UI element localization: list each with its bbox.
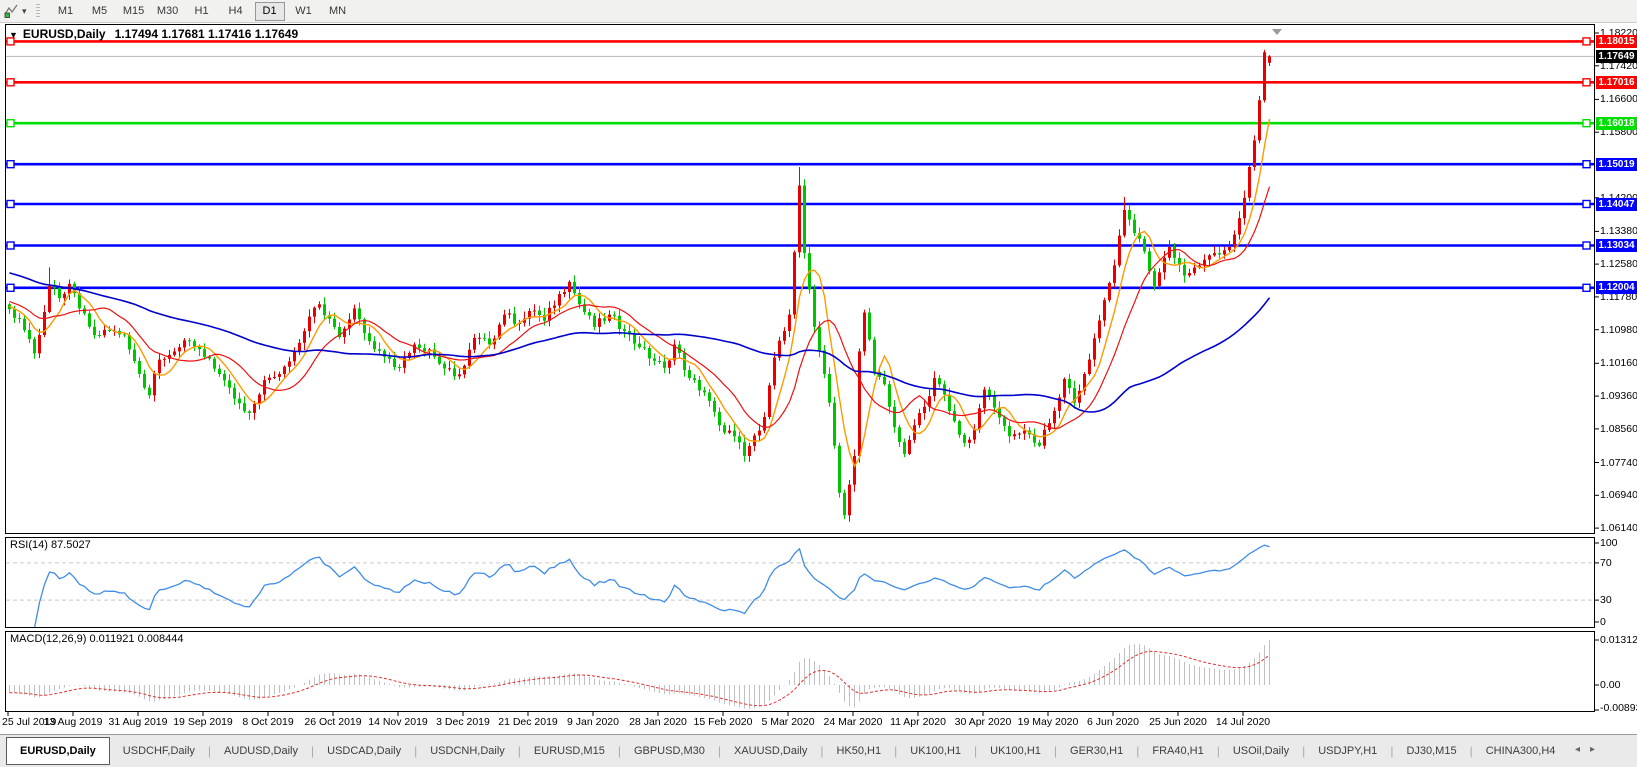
hline-price-badge: 1.18015	[1596, 34, 1637, 48]
symbol-tab-FRA40-H1[interactable]: FRA40,H1	[1139, 739, 1216, 763]
timeframe-button-M30[interactable]: M30	[153, 2, 183, 21]
symbol-tab-EURUSD-Daily[interactable]: EURUSD,Daily	[6, 737, 110, 765]
chart-type-icon[interactable]	[4, 3, 19, 19]
symbol-tab-GBPUSD-M30[interactable]: GBPUSD,M30	[621, 739, 718, 763]
date-tick-label: 5 Mar 2020	[761, 716, 815, 728]
rsi-scale-label: 0	[1600, 616, 1606, 628]
tab-scroll-right-icon[interactable]: ▸	[1590, 744, 1605, 755]
hline-price-badge: 1.12004	[1596, 281, 1637, 295]
symbol-tab-EURUSD-M15[interactable]: EURUSD,M15	[521, 739, 618, 763]
timeframe-button-M15[interactable]: M15	[119, 2, 149, 21]
hline-price-badge: 1.16018	[1596, 116, 1637, 130]
chart-zigzag-icon	[4, 4, 18, 18]
price-tick-label: 1.08560	[1600, 422, 1637, 435]
hline-price-badge: 1.13034	[1596, 239, 1637, 253]
price-tick-label: 1.10160	[1600, 357, 1637, 370]
price-tick-label: 1.13380	[1600, 225, 1637, 238]
chart-title: ▼ EURUSD,Daily 1.17494 1.17681 1.17416 1.1…	[9, 27, 298, 41]
date-tick-label: 31 Aug 2019	[108, 716, 168, 728]
macd-label: MACD(12,26,9) 0.011921 0.008444	[10, 633, 184, 645]
date-tick-label: 25 Jun 2020	[1149, 716, 1207, 728]
price-tick-label: 1.06940	[1600, 489, 1637, 502]
main-chart-canvas[interactable]	[0, 0, 1637, 767]
symbol-tab-bar: EURUSD,Daily USDCHF,Daily | AUDUSD,Daily | US…	[0, 734, 1637, 767]
timeframe-buttons: M1 M5 M15 M30 H1 H4 D1 W1 MN	[49, 1, 355, 21]
symbol-tab-USDJPY-H1[interactable]: USDJPY,H1	[1305, 739, 1390, 763]
chart-title-ohlc: 1.17494 1.17681 1.17416 1.17649	[114, 27, 299, 41]
symbol-tab-XAUUSD-Daily[interactable]: XAUUSD,Daily	[721, 739, 820, 763]
price-tick-label: 1.06140	[1600, 522, 1637, 535]
date-tick-label: 3 Dec 2019	[436, 716, 490, 728]
date-tick-label: 14 Nov 2019	[368, 716, 428, 728]
price-tick-label: 1.07740	[1600, 456, 1637, 469]
chart-type-dropdown-caret-icon[interactable]: ▾	[22, 6, 27, 17]
date-tick-label: 21 Dec 2019	[498, 716, 558, 728]
symbol-tab-USDCNH-Daily[interactable]: USDCNH,Daily	[417, 739, 518, 763]
timeframe-button-W1[interactable]: W1	[289, 2, 319, 21]
symbol-tab-UK100-H1[interactable]: UK100,H1	[897, 739, 974, 763]
symbol-tab-AUDUSD-Daily[interactable]: AUDUSD,Daily	[211, 739, 311, 763]
price-tick-label: 1.10980	[1600, 323, 1637, 336]
macd-scale-label: -0.00893	[1600, 702, 1637, 714]
macd-scale-label: 0.013121	[1600, 634, 1637, 646]
symbol-tab-USDCHF-Daily[interactable]: USDCHF,Daily	[110, 739, 208, 763]
symbol-tab-USDCAD-Daily[interactable]: USDCAD,Daily	[314, 739, 414, 763]
timeframe-button-H1[interactable]: H1	[187, 2, 217, 21]
timeframe-button-MN[interactable]: MN	[323, 2, 353, 21]
hline-price-badge: 1.15019	[1596, 157, 1637, 171]
chart-title-symbol: EURUSD,Daily	[22, 27, 106, 41]
timeframe-button-M1[interactable]: M1	[51, 2, 81, 21]
symbol-tab-HK50-H1[interactable]: HK50,H1	[823, 739, 894, 763]
price-tick-label: 1.12580	[1600, 258, 1637, 271]
macd-scale-label: 0.00	[1600, 679, 1621, 691]
symbol-tab-CHINA300-H4[interactable]: CHINA300,H4	[1473, 739, 1569, 763]
symbol-tab-GER30-H1[interactable]: GER30,H1	[1057, 739, 1136, 763]
date-tick-label: 11 Apr 2020	[890, 716, 946, 728]
timeframe-toolbar: ▾ M1 M5 M15 M30 H1 H4 D1 W1 MN	[0, 0, 1637, 23]
date-tick-label: 28 Jan 2020	[629, 716, 687, 728]
symbol-tab-USOil-Daily[interactable]: USOil,Daily	[1220, 739, 1302, 763]
price-tick-label: 1.09360	[1600, 390, 1637, 403]
current-price-badge: 1.17649	[1596, 49, 1637, 63]
date-tick-label: 26 Oct 2019	[304, 716, 362, 728]
date-tick-label: 6 Jun 2020	[1087, 716, 1139, 728]
hline-price-badge: 1.17016	[1596, 75, 1637, 89]
date-tick-label: 19 May 2020	[1017, 716, 1079, 728]
symbol-tab-UK100-H1[interactable]: UK100,H1	[977, 739, 1054, 763]
toolbar-grip[interactable]	[35, 3, 40, 19]
tab-scroll-left-icon[interactable]: ◂	[1575, 744, 1590, 755]
date-tick-label: 19 Sep 2019	[173, 716, 233, 728]
date-tick-label: 24 Mar 2020	[823, 716, 883, 728]
rsi-label: RSI(14) 87.5027	[10, 539, 91, 551]
trading-platform-window: ▾ M1 M5 M15 M30 H1 H4 D1 W1 MN ▼ EURUSD,Daily 1.17…	[0, 0, 1637, 767]
date-tick-label: 13 Aug 2019	[43, 716, 103, 728]
tab-scroll-arrows: ◂▸	[1575, 744, 1605, 755]
date-tick-label: 8 Oct 2019	[242, 716, 294, 728]
date-tick-label: 15 Feb 2020	[693, 716, 753, 728]
symbol-tab-DJ30-M15[interactable]: DJ30,M15	[1393, 739, 1469, 763]
date-tick-label: 9 Jan 2020	[567, 716, 619, 728]
date-tick-label: 14 Jul 2020	[1215, 716, 1271, 728]
timeframe-button-D1[interactable]: D1	[254, 2, 285, 21]
price-tick-label: 1.16600	[1600, 93, 1637, 106]
rsi-scale-label: 30	[1600, 594, 1612, 607]
rsi-scale-label: 100	[1600, 537, 1618, 549]
hline-price-badge: 1.14047	[1596, 197, 1637, 211]
timeframe-button-H4[interactable]: H4	[221, 2, 251, 21]
collapse-triangle-icon[interactable]: ▼	[9, 30, 18, 40]
date-tick-label: 30 Apr 2020	[954, 716, 1012, 728]
timeframe-button-M5[interactable]: M5	[85, 2, 115, 21]
rsi-scale-label: 70	[1600, 556, 1612, 569]
